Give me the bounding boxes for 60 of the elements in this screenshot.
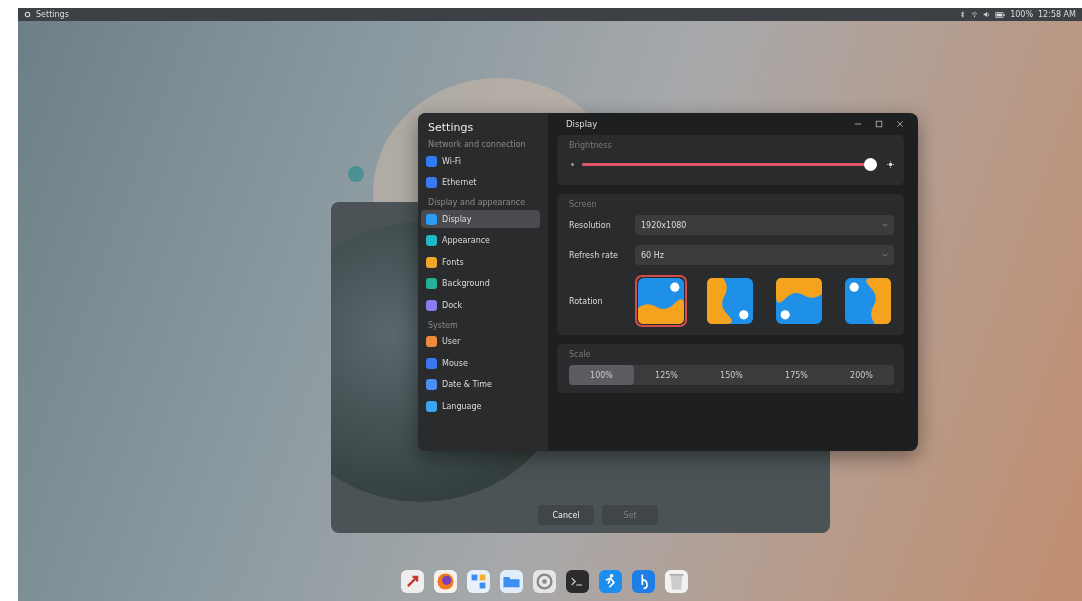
field-label: Resolution — [569, 220, 612, 230]
rotation-option[interactable] — [704, 275, 756, 327]
landscape-picture-icon — [845, 278, 891, 324]
sidebar-section-heading: Network and connection — [427, 139, 527, 151]
close-icon[interactable] — [896, 120, 904, 128]
rotation-option[interactable] — [773, 275, 825, 327]
dialog-button[interactable]: Cancel — [538, 505, 594, 525]
maximize-icon[interactable] — [875, 120, 883, 128]
sidebar-item[interactable]: Background — [421, 274, 540, 293]
sun-dim-icon — [569, 161, 576, 168]
fox-globe-icon[interactable] — [434, 570, 457, 593]
scale-option[interactable]: 175% — [764, 365, 829, 385]
terminal-icon[interactable] — [566, 570, 589, 593]
sidebar-section-heading: Display and appearance — [427, 197, 527, 209]
minimize-icon[interactable] — [854, 120, 862, 128]
landscape-picture-icon — [776, 278, 822, 324]
sidebar-title: Settings — [427, 121, 475, 134]
chevron-down-icon — [882, 253, 888, 257]
landscape-picture-icon — [707, 278, 753, 324]
sidebar-item[interactable]: Fonts — [421, 253, 540, 271]
chevron-down-icon — [882, 223, 888, 227]
sidebar-item[interactable]: Dock — [421, 296, 540, 314]
sun-bright-icon — [887, 161, 894, 168]
scale-option[interactable]: 150% — [699, 365, 764, 385]
window-title: Display — [566, 119, 598, 129]
scale-option[interactable]: 100% — [569, 365, 634, 385]
field-label: Rotation — [569, 296, 604, 306]
sidebar-item[interactable]: Language — [421, 397, 540, 415]
wifi-icon[interactable] — [971, 11, 979, 18]
sidebar-item[interactable]: Appearance — [421, 231, 540, 250]
resolution-dropdown[interactable]: 1920x1080 — [635, 215, 894, 235]
sidebar-item[interactable]: Display — [421, 210, 540, 228]
folder-icon[interactable] — [500, 570, 523, 593]
sidebar-item[interactable]: Ethernet — [421, 173, 540, 192]
section-heading: Screen — [569, 200, 598, 209]
sidebar-item[interactable]: Mouse — [421, 354, 540, 372]
refresh-rate-dropdown[interactable]: 60 Hz — [635, 245, 894, 265]
sidebar-item[interactable]: User — [421, 332, 540, 351]
clock[interactable]: 12:58 AM — [1038, 10, 1076, 19]
sidebar-item[interactable]: Wi-Fi — [421, 152, 540, 170]
bluetooth-icon[interactable] — [959, 11, 967, 18]
app-title: Settings — [36, 10, 69, 19]
slider-thumb[interactable] — [864, 158, 877, 171]
battery-icon[interactable] — [995, 11, 1006, 18]
settings-icon[interactable] — [533, 570, 556, 593]
grid-app-icon[interactable] — [467, 570, 490, 593]
section-heading: Brightness — [569, 141, 613, 150]
rotation-option[interactable] — [635, 275, 687, 327]
volume-icon[interactable] — [983, 11, 991, 18]
sidebar-section-heading: System — [427, 319, 459, 332]
field-label: Refresh rate — [569, 250, 619, 260]
scale-option[interactable]: 200% — [829, 365, 894, 385]
sidebar-item[interactable]: Date & Time — [421, 375, 540, 394]
wallpaper-sphere — [348, 166, 364, 182]
section-heading: Scale — [569, 350, 592, 359]
rotation-option[interactable] — [842, 275, 894, 327]
landscape-picture-icon — [638, 278, 684, 324]
scale-option[interactable]: 125% — [634, 365, 699, 385]
running-figure-icon[interactable] — [599, 570, 622, 593]
battery-percentage: 100% — [1010, 10, 1033, 19]
